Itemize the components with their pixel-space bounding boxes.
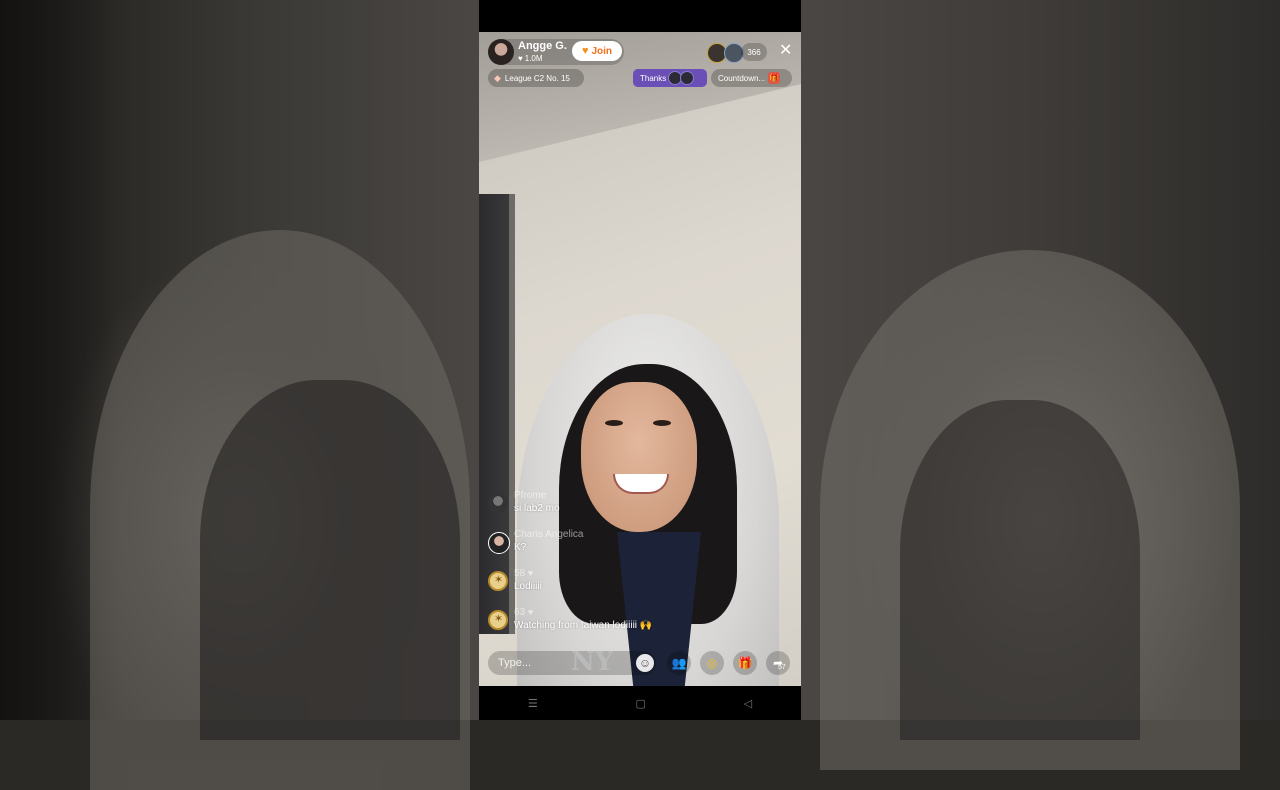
- share-count: 57: [778, 664, 786, 671]
- league-pill[interactable]: ◆ League C2 No. 15: [488, 69, 584, 87]
- comment-username[interactable]: Pfrome: [514, 490, 546, 501]
- promote-button[interactable]: ◎: [700, 651, 724, 675]
- comment-username[interactable]: 58 ♥: [514, 568, 533, 579]
- thanks-pill[interactable]: Thanks: [633, 69, 707, 87]
- multi-guest-button[interactable]: 👥: [667, 651, 691, 675]
- comment-username[interactable]: 63 ♥: [514, 607, 533, 618]
- comment-text: si lab2 mo: [514, 503, 560, 514]
- video-eye-left: [605, 420, 623, 426]
- backdrop-hair-right: [900, 400, 1140, 740]
- gift-icon: 🎁: [737, 656, 753, 670]
- host-avatar[interactable]: [488, 39, 514, 65]
- android-nav-bar: ☰ ▢ ◁: [479, 686, 801, 720]
- emoji-icon[interactable]: ☺: [636, 654, 654, 672]
- comment-item[interactable]: 63 ♥ Watching from taiwan lodiiiii 🙌: [488, 607, 688, 637]
- thanks-avatars: [668, 71, 695, 85]
- comment-item[interactable]: Charis Angelica K?: [488, 529, 688, 559]
- phone-screen: NY Angge G. ♥ 1.0M ♥ Join 366 ✕ ◆ League…: [479, 0, 801, 720]
- host-likes-count: 1.0M: [524, 54, 543, 63]
- gift-box-icon: 🎁: [768, 72, 781, 84]
- share-button[interactable]: ➦: [766, 651, 790, 675]
- menu-icon[interactable]: ☰: [528, 697, 538, 710]
- comment-item[interactable]: Pfrome si lab2 mo: [488, 490, 688, 520]
- join-label: Join: [591, 45, 613, 57]
- close-icon[interactable]: ✕: [779, 43, 792, 59]
- comment-level: 58: [514, 568, 526, 579]
- comment-username[interactable]: Charis Angelica: [514, 529, 583, 540]
- host-likes: ♥ 1.0M: [518, 54, 543, 63]
- status-bar: [479, 0, 801, 32]
- diamond-icon: ◆: [494, 72, 501, 83]
- comment-level: 63: [514, 607, 526, 618]
- host-name[interactable]: Angge G.: [518, 40, 567, 52]
- comment-text: K?: [514, 542, 527, 553]
- gift-button[interactable]: 🎁: [733, 651, 757, 675]
- comment-item[interactable]: 58 ♥ Lodiiiii: [488, 568, 688, 598]
- video-eye-right: [653, 420, 671, 426]
- thanks-label: Thanks: [640, 73, 667, 83]
- comment-input[interactable]: [488, 651, 656, 675]
- league-label: League C2 No. 15: [504, 73, 570, 83]
- heart-icon: ♥: [527, 568, 534, 578]
- join-heart-icon: ♥: [581, 45, 589, 57]
- back-icon[interactable]: ◁: [744, 697, 752, 710]
- backdrop-hair-left: [200, 380, 460, 740]
- heart-icon: ♥: [518, 53, 523, 63]
- comment-avatar[interactable]: [488, 493, 508, 513]
- comment-avatar[interactable]: [488, 571, 508, 591]
- multi-guest-icon: 👥: [671, 656, 687, 670]
- heart-icon: ♥: [527, 607, 534, 617]
- viewer-count[interactable]: 366: [741, 43, 767, 61]
- comment-avatar[interactable]: [488, 610, 508, 630]
- comment-avatar[interactable]: [488, 532, 510, 554]
- home-icon[interactable]: ▢: [636, 697, 646, 710]
- comment-text: Lodiiiii: [514, 581, 542, 592]
- countdown-pill[interactable]: Countdown... 🎁: [711, 69, 792, 87]
- countdown-label: Countdown...: [718, 73, 766, 83]
- promote-icon: ◎: [706, 656, 718, 670]
- join-button[interactable]: ♥ Join: [572, 41, 622, 61]
- comment-text: Watching from taiwan lodiiiii 🙌: [514, 620, 653, 631]
